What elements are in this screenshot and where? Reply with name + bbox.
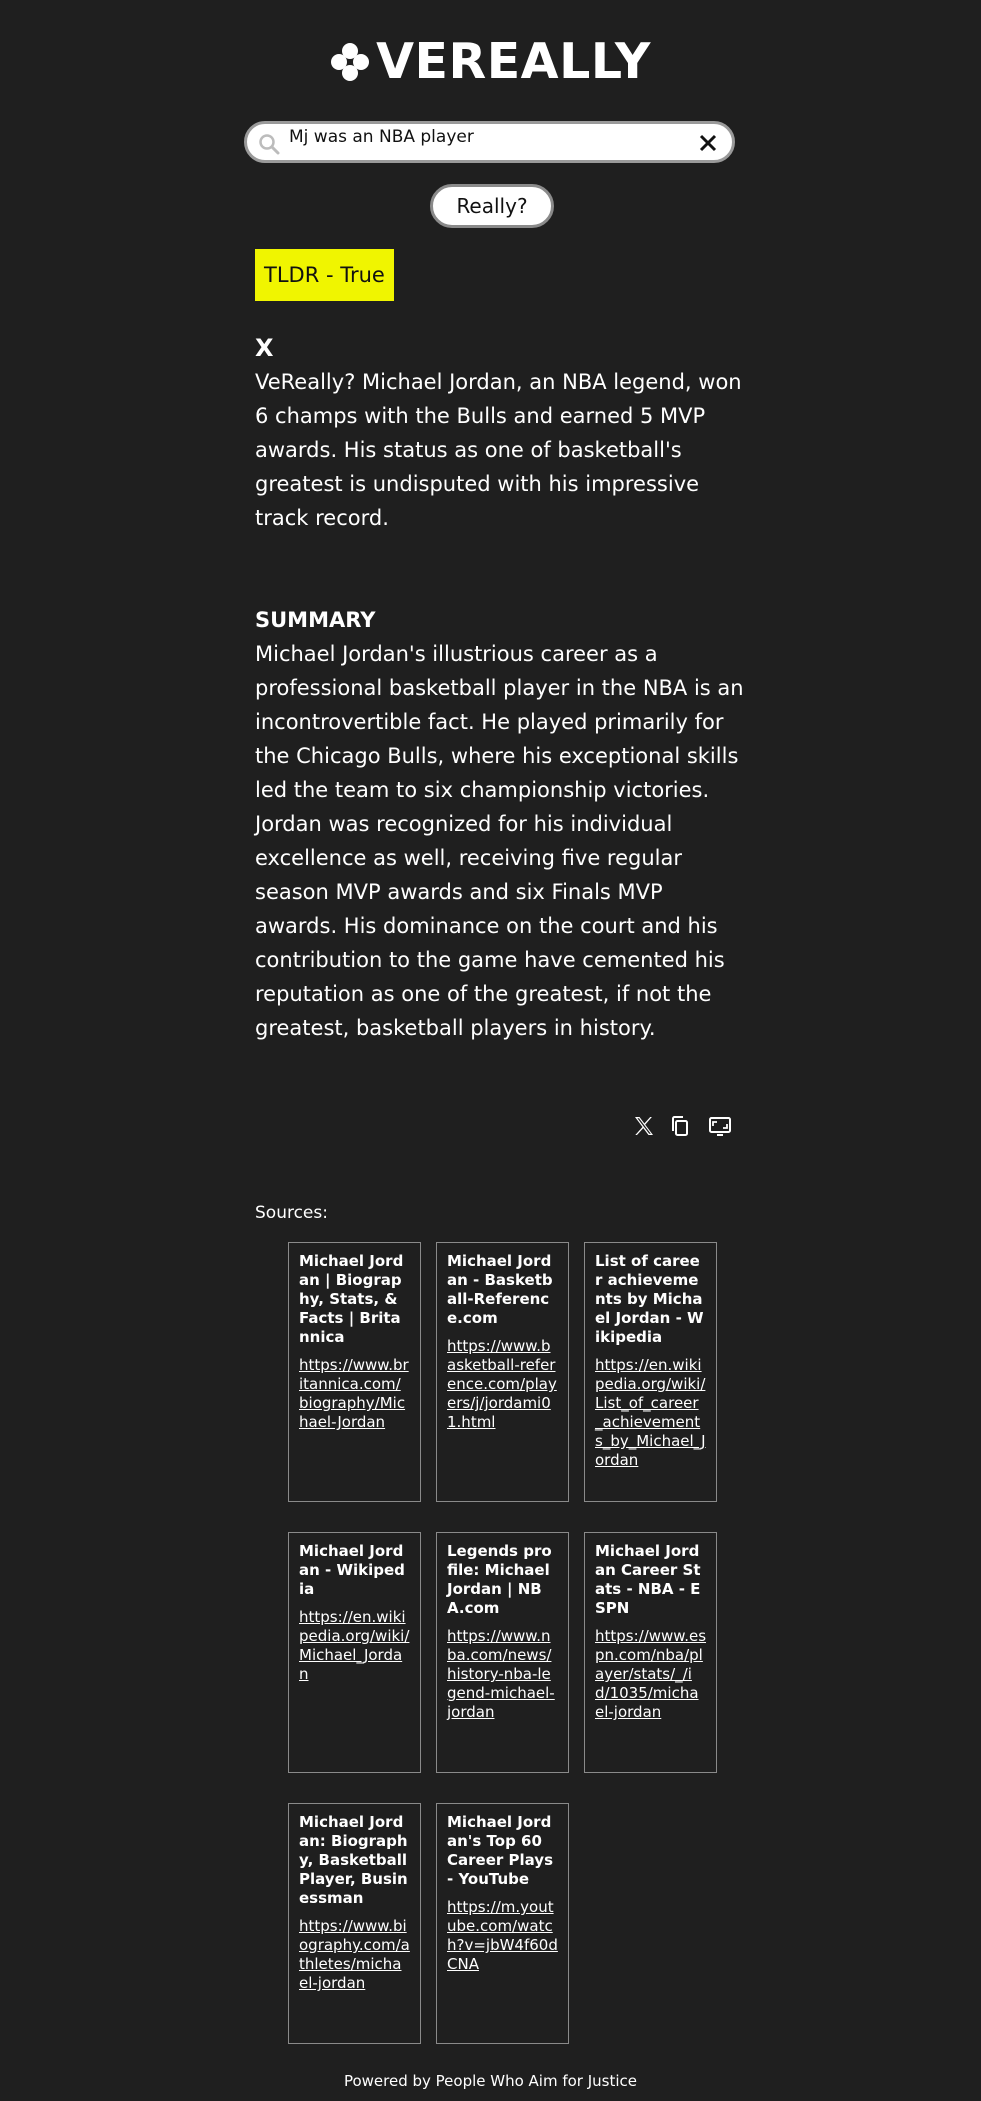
source-link[interactable]: https://en.wikipedia.org/wiki/Michael_Jo…: [299, 1608, 410, 1684]
x-icon: [635, 1117, 653, 1135]
sources-label: Sources:: [255, 1203, 328, 1223]
screen-icon: [709, 1117, 731, 1136]
source-card: Michael Jordan's Top 60 Career Plays - Y…: [436, 1803, 569, 2044]
summary-text: Michael Jordan's illustrious career as a…: [255, 642, 744, 1040]
clear-icon[interactable]: [698, 133, 718, 153]
source-title: Michael Jordan - Wikipedia: [299, 1542, 405, 1598]
share-x-button[interactable]: [632, 1114, 656, 1140]
source-title: Legends profile: Michael Jordan | NBA.co…: [447, 1542, 552, 1617]
source-card: Michael Jordan - Wikipedia https://en.wi…: [288, 1532, 421, 1773]
copy-button[interactable]: [668, 1114, 692, 1140]
copy-icon: [672, 1116, 688, 1136]
source-title: Michael Jordan - Basketball-Reference.co…: [447, 1252, 553, 1327]
tldr-badge: TLDR - True: [255, 249, 394, 301]
source-link[interactable]: https://en.wikipedia.org/wiki/List_of_ca…: [595, 1356, 706, 1470]
source-title: Michael Jordan Career Stats - NBA - ESPN: [595, 1542, 701, 1617]
source-link[interactable]: https://www.biography.com/athletes/micha…: [299, 1917, 410, 1993]
source-title: List of career achievements by Michael J…: [595, 1252, 704, 1346]
source-card: List of career achievements by Michael J…: [584, 1242, 717, 1502]
source-link[interactable]: https://m.youtube.com/watch?v=jbW4f60dCN…: [447, 1898, 558, 1974]
screenshot-button[interactable]: [708, 1114, 732, 1140]
source-title: Michael Jordan's Top 60 Career Plays - Y…: [447, 1813, 553, 1888]
source-link[interactable]: https://www.espn.com/nba/player/stats/_/…: [595, 1627, 706, 1722]
source-link[interactable]: https://www.basketball-reference.com/pla…: [447, 1337, 558, 1432]
tweet-text: VeReally? Michael Jordan, an NBA legend,…: [255, 370, 742, 530]
source-link[interactable]: https://www.nba.com/news/history-nba-leg…: [447, 1627, 558, 1722]
really-button[interactable]: Really?: [430, 184, 554, 228]
summary-heading: SUMMARY: [255, 608, 376, 632]
brand-name: VEREALLY: [376, 33, 651, 90]
search-icon: [259, 134, 280, 155]
source-title: Michael Jordan | Biography, Stats, & Fac…: [299, 1252, 404, 1346]
search-input[interactable]: Mj was an NBA player: [289, 125, 474, 149]
source-card: Michael Jordan: Biography, Basketball Pl…: [288, 1803, 421, 2044]
search-box[interactable]: Mj was an NBA player: [244, 121, 735, 163]
source-link[interactable]: https://www.britannica.com/biography/Mic…: [299, 1356, 410, 1432]
brand-logo[interactable]: VEREALLY: [0, 36, 981, 88]
x-label: X: [255, 334, 274, 362]
source-card: Legends profile: Michael Jordan | NBA.co…: [436, 1532, 569, 1773]
source-card: Michael Jordan - Basketball-Reference.co…: [436, 1242, 569, 1502]
source-card: Michael Jordan Career Stats - NBA - ESPN…: [584, 1532, 717, 1773]
footer-text: Powered by People Who Aim for Justice: [343, 2072, 638, 2090]
source-title: Michael Jordan: Biography, Basketball Pl…: [299, 1813, 408, 1907]
logo-mark-icon: [331, 43, 370, 81]
source-card: Michael Jordan | Biography, Stats, & Fac…: [288, 1242, 421, 1502]
